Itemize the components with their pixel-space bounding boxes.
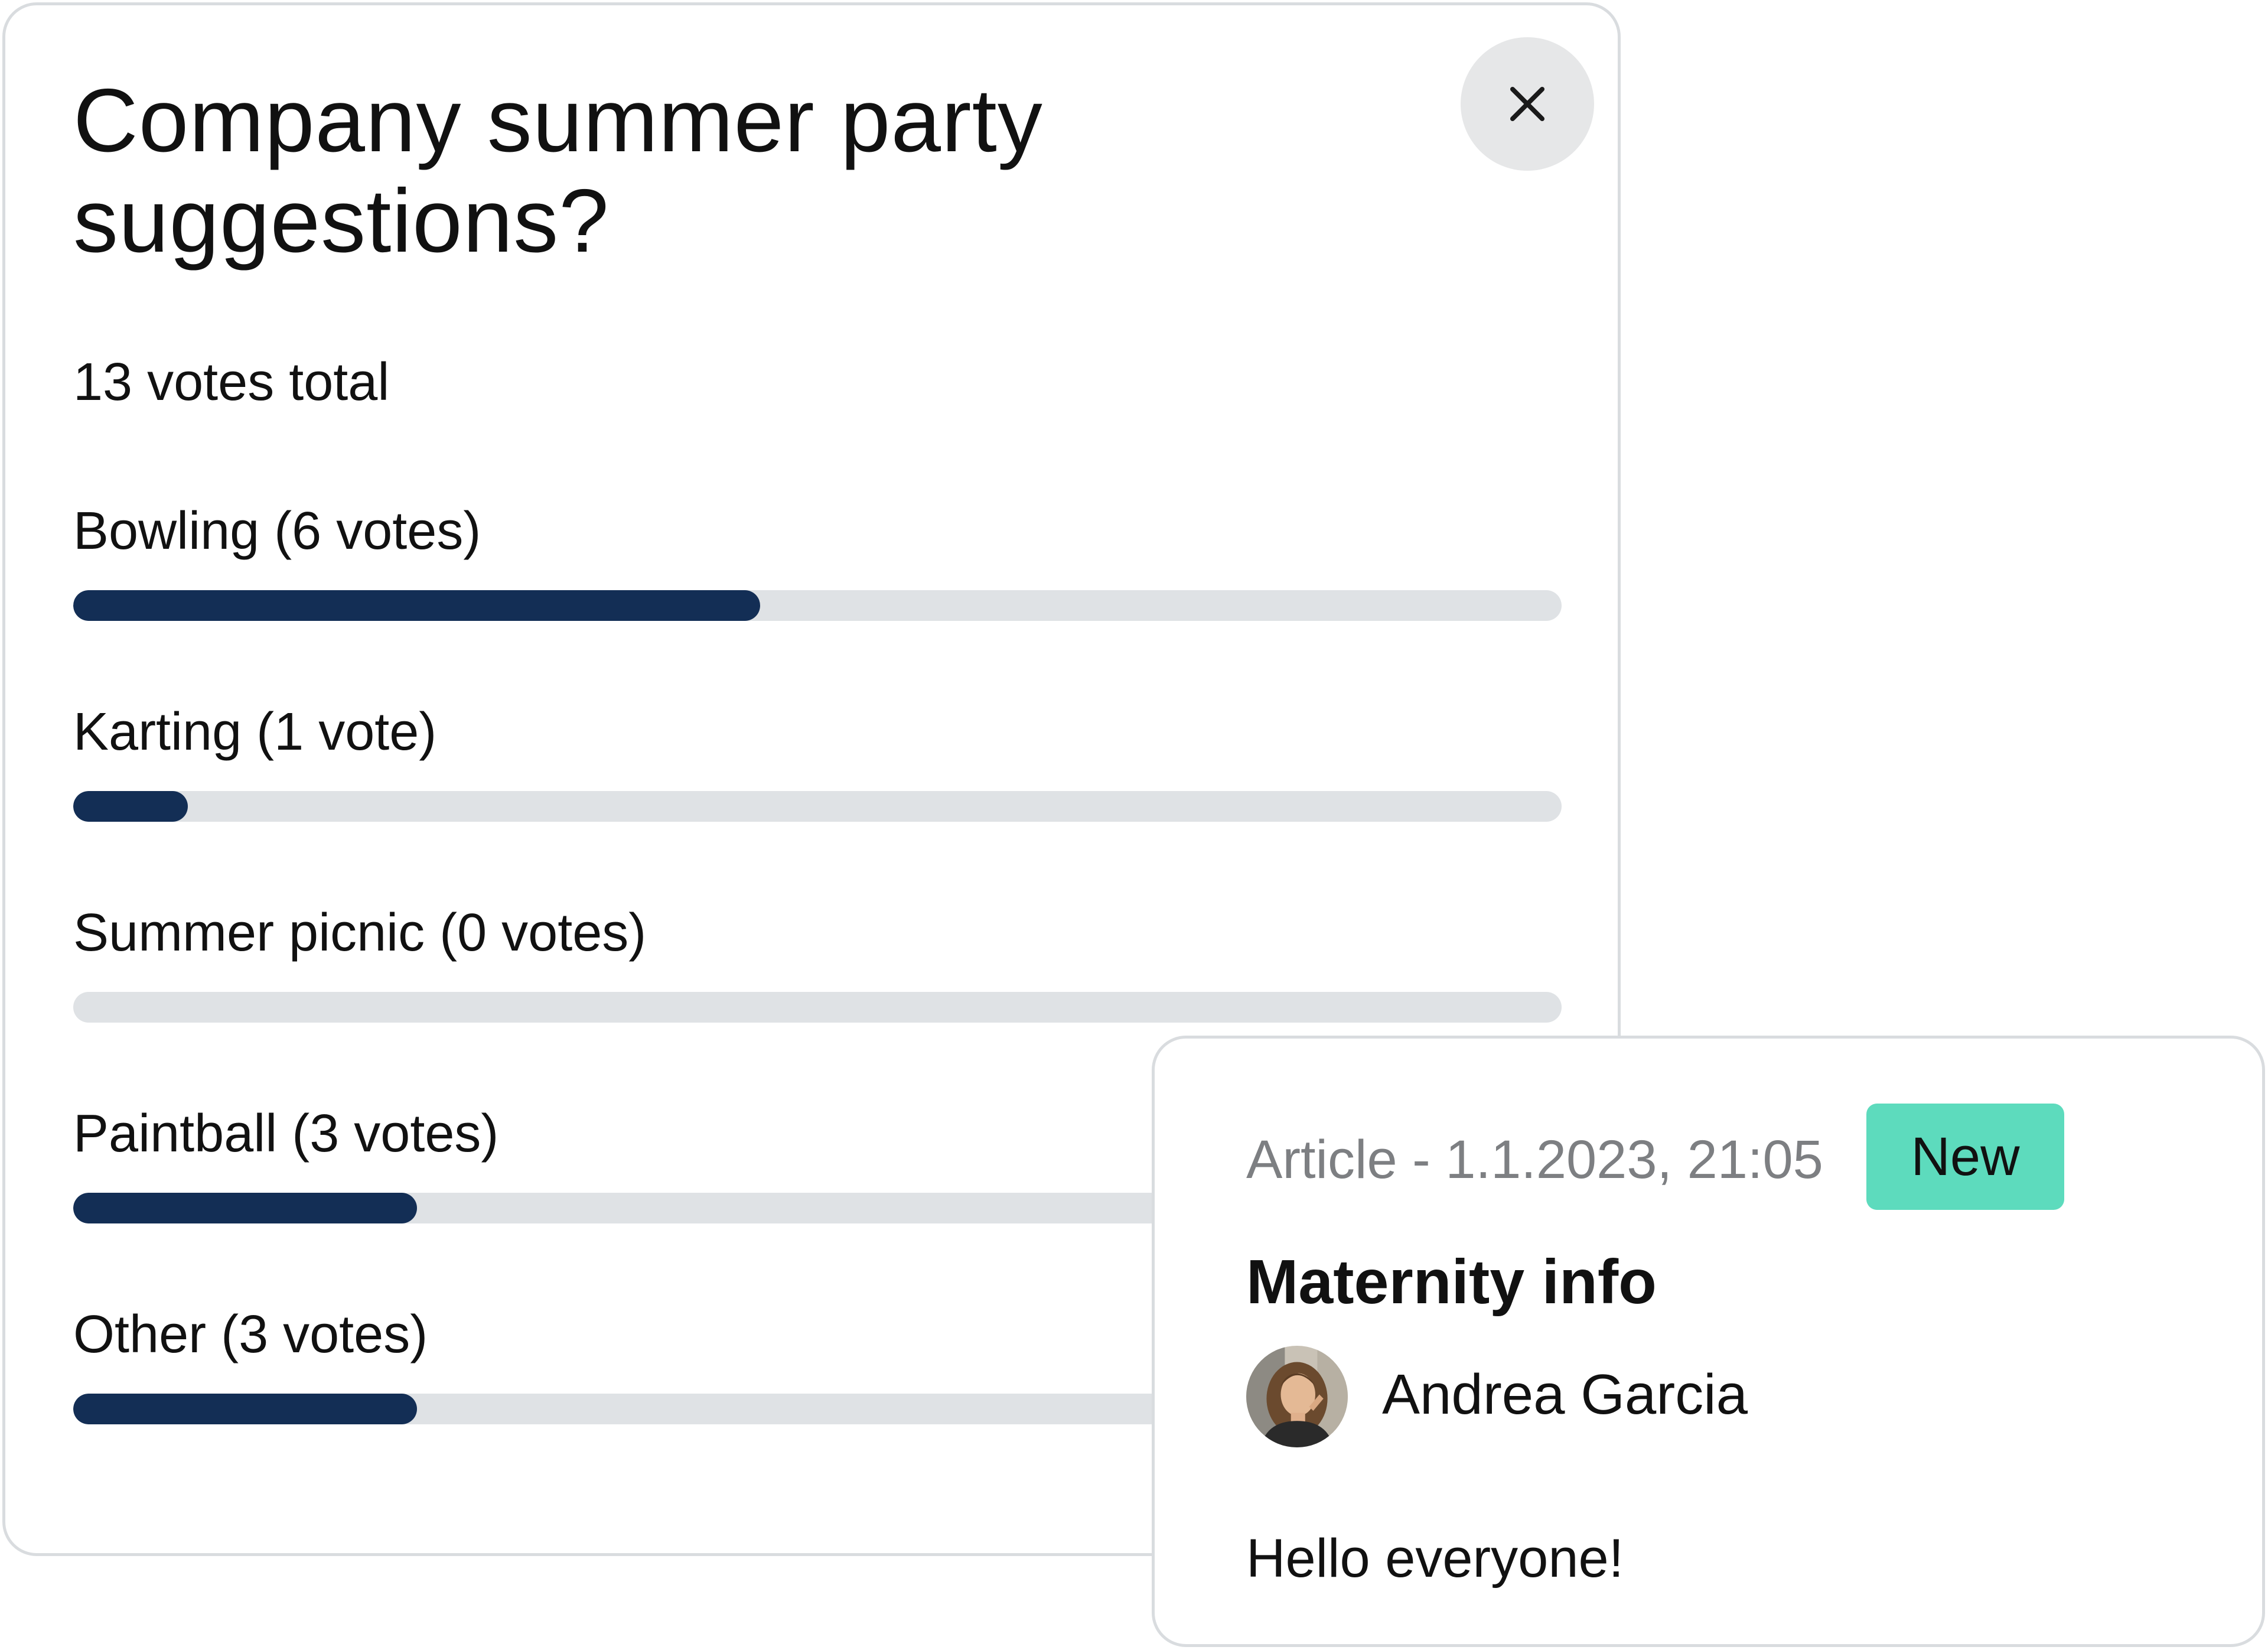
author-name[interactable]: Andrea Garcia — [1382, 1362, 1748, 1427]
poll-option-track — [73, 590, 1562, 621]
article-body: Hello everyone! — [1246, 1528, 1624, 1589]
poll-option-fill — [73, 1394, 417, 1424]
poll-option-fill — [73, 1193, 417, 1223]
stage: Company summer party suggestions? 13 vot… — [0, 0, 2268, 1650]
poll-option-label: Paintball (3 votes) — [73, 1104, 499, 1163]
article-card[interactable]: Article - 1.1.2023, 21:05 New Maternity … — [1152, 1036, 2265, 1647]
poll-option-label: Karting (1 vote) — [73, 702, 437, 761]
close-icon — [1510, 86, 1545, 122]
poll-option-track — [73, 992, 1562, 1023]
avatar — [1246, 1346, 1348, 1447]
poll-option-label: Summer picnic (0 votes) — [73, 903, 647, 962]
votes-total: 13 votes total — [73, 353, 390, 412]
poll-option-label: Other (3 votes) — [73, 1305, 428, 1364]
poll-title: Company summer party suggestions? — [73, 70, 1043, 271]
poll-option-fill — [73, 791, 188, 822]
new-badge: New — [1866, 1104, 2064, 1210]
article-meta: Article - 1.1.2023, 21:05 — [1246, 1130, 1823, 1190]
article-title[interactable]: Maternity info — [1246, 1247, 1657, 1317]
poll-option-track — [73, 791, 1562, 822]
avatar-photo-icon — [1246, 1346, 1348, 1447]
poll-option-label: Bowling (6 votes) — [73, 502, 481, 561]
close-button[interactable] — [1461, 37, 1594, 171]
poll-option-fill — [73, 590, 761, 621]
